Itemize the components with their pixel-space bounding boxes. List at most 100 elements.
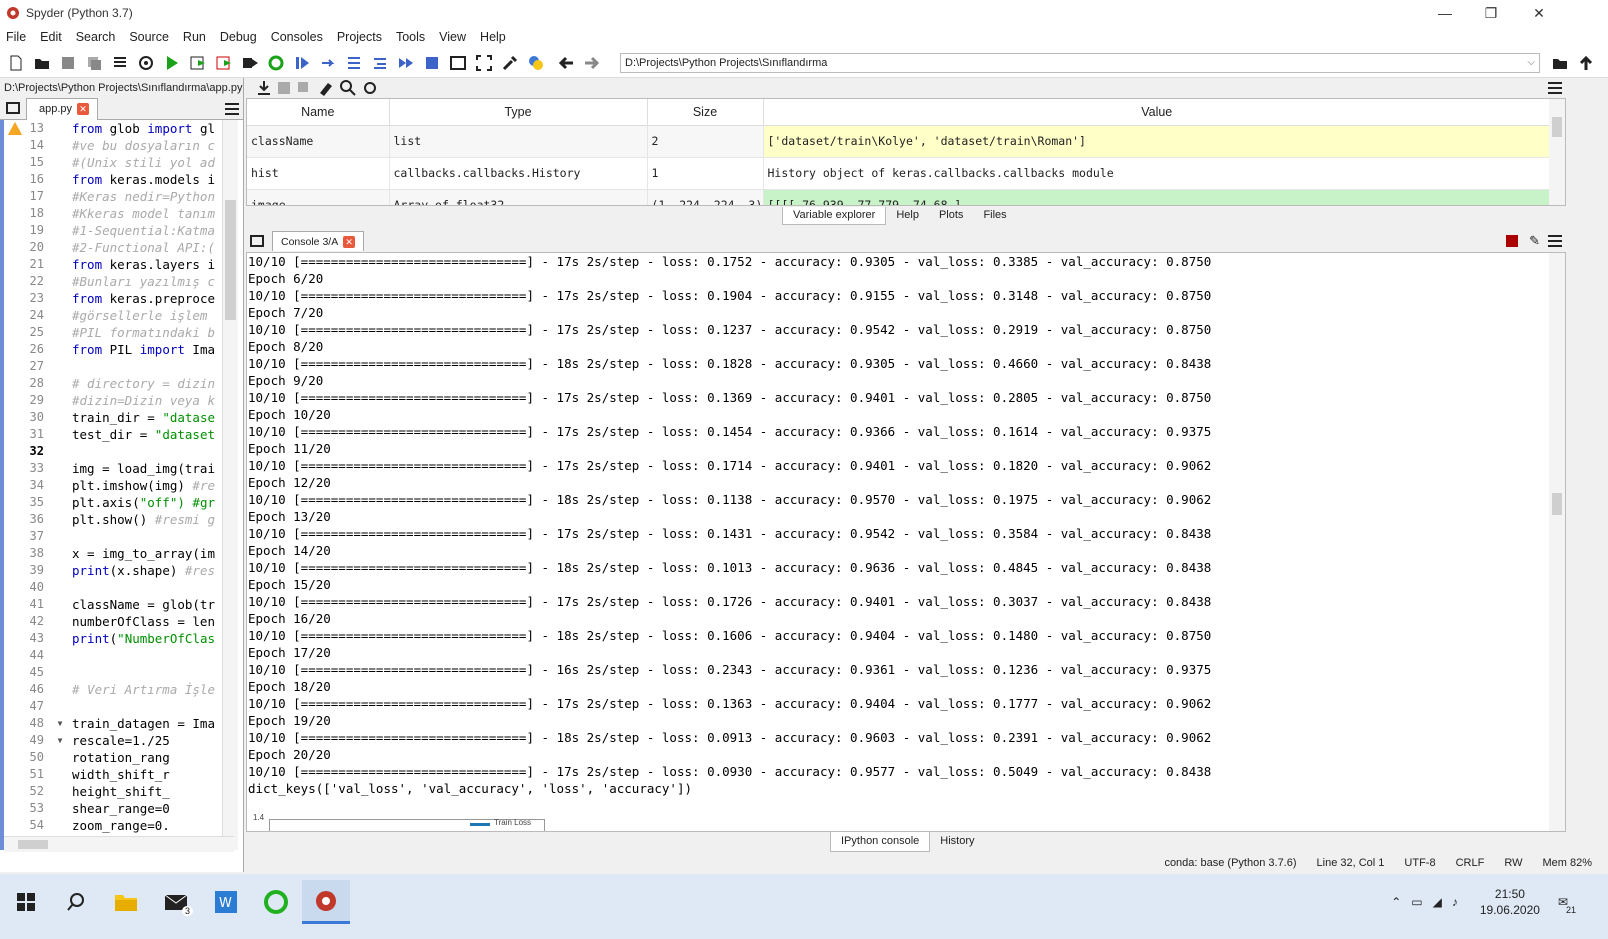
run-selection-icon[interactable] — [238, 51, 262, 75]
wifi-icon[interactable]: ◢ — [1433, 895, 1442, 909]
code-line[interactable]: 40 — [4, 579, 232, 596]
back-arrow-icon[interactable] — [554, 51, 578, 75]
fullscreen-icon[interactable] — [472, 51, 496, 75]
save-icon[interactable] — [56, 51, 80, 75]
save-as-icon[interactable] — [292, 76, 316, 100]
open-file-icon[interactable] — [30, 51, 54, 75]
working-directory-input[interactable]: D:\Projects\Python Projects\Sınıflandırm… — [620, 53, 1540, 73]
browser-icon[interactable] — [252, 880, 300, 924]
eraser-icon[interactable] — [314, 76, 338, 100]
code-line[interactable]: 21 from keras.layers i — [4, 122, 232, 273]
outline-icon[interactable] — [108, 51, 132, 75]
menu-source[interactable]: Source — [129, 30, 169, 44]
code-line[interactable]: 32 — [4, 443, 232, 460]
column-size[interactable]: Size — [647, 99, 764, 126]
run-cell-advance-icon[interactable] — [212, 51, 236, 75]
code-line[interactable]: 31 test_dir = "dataset — [4, 426, 232, 443]
code-line[interactable]: 18 #Kkeras model tanım — [4, 205, 232, 222]
step-into-icon[interactable] — [342, 51, 366, 75]
volume-icon[interactable]: ♪ — [1452, 895, 1458, 909]
code-line[interactable]: 14 #ve bu dosyaların c — [4, 137, 232, 154]
save-all-icon[interactable] — [82, 51, 106, 75]
code-line[interactable]: 37 — [4, 528, 232, 545]
editor-horizontal-scrollbar[interactable] — [4, 836, 234, 852]
close-button[interactable]: ✕ — [1516, 0, 1562, 26]
code-line[interactable]: 29 #dizin=Dizin veya k — [4, 392, 232, 409]
menu-run[interactable]: Run — [183, 30, 206, 44]
clock[interactable]: 21:50 19.06.2020 — [1480, 886, 1540, 918]
windows-start-icon[interactable] — [2, 880, 50, 924]
console-menu-icon[interactable] — [1548, 235, 1562, 247]
code-line[interactable]: 44 — [4, 647, 232, 664]
code-line[interactable]: 49 ▼ rescale=1./25 — [4, 732, 232, 749]
code-line[interactable]: 20 #2-Functional API:( — [4, 239, 232, 256]
battery-icon[interactable]: ▭ — [1411, 895, 1422, 909]
forward-arrow-icon[interactable] — [580, 51, 604, 75]
column-value[interactable]: Value — [763, 99, 1551, 126]
search-taskbar-icon[interactable] — [52, 880, 100, 924]
tab-history[interactable]: History — [930, 832, 984, 852]
code-line[interactable]: 34 plt.imshow(img) #re — [4, 477, 232, 494]
tab-files[interactable]: Files — [973, 207, 1016, 225]
code-line[interactable]: 30 train_dir = "datase — [4, 409, 232, 426]
variable-explorer-menu-icon[interactable] — [1548, 82, 1562, 94]
code-line[interactable]: 42 numberOfClass = len — [4, 613, 232, 630]
code-line[interactable]: 19 #1-Sequential:Katma — [4, 222, 232, 239]
code-line[interactable]: 47 — [4, 698, 232, 715]
browse-folder-icon[interactable] — [1548, 51, 1572, 75]
chevron-up-icon[interactable]: ⌃ — [1391, 895, 1401, 909]
code-line[interactable]: 25 #PIL formatındaki b — [4, 324, 232, 341]
code-line[interactable]: 41 className = glob(tr — [4, 596, 232, 613]
menu-edit[interactable]: Edit — [40, 30, 62, 44]
python-path-icon[interactable] — [524, 51, 548, 75]
close-console-icon[interactable]: ✕ — [343, 235, 356, 248]
stop-debug-icon[interactable] — [420, 51, 444, 75]
code-line[interactable]: 35 plt.axis("off") #gr — [4, 494, 232, 511]
fold-arrow-icon[interactable]: ▼ — [48, 715, 72, 732]
code-line[interactable]: 13 from glob import gl — [4, 120, 232, 137]
table-row[interactable]: className list 2 ['dataset/train\Kolye',… — [247, 125, 1551, 158]
menu-tools[interactable]: Tools — [396, 30, 425, 44]
code-editor[interactable]: 13 from glob import gl 14 #ve bu dosyaların… — [0, 120, 232, 850]
variable-explorer-scrollbar[interactable] — [1549, 99, 1565, 205]
menu-projects[interactable]: Projects — [337, 30, 382, 44]
code-line[interactable]: 39 print(x.shape) #res — [4, 562, 232, 579]
code-line[interactable]: 26 from PIL import Ima — [4, 122, 232, 358]
code-line[interactable]: 52 height_shift_ — [4, 783, 232, 800]
run-cell-icon[interactable] — [186, 51, 210, 75]
menu-view[interactable]: View — [439, 30, 466, 44]
stop-kernel-icon[interactable] — [1506, 235, 1518, 247]
browse-tabs-icon[interactable] — [6, 102, 20, 114]
code-line[interactable]: 15 #(Unix stili yol ad — [4, 154, 232, 171]
notification-icon[interactable]: ✉ 21 — [1558, 895, 1576, 915]
preferences-icon[interactable] — [498, 51, 522, 75]
close-tab-icon[interactable]: ✕ — [77, 103, 90, 115]
code-line[interactable]: 51 width_shift_r — [4, 766, 232, 783]
menu-search[interactable]: Search — [76, 30, 116, 44]
code-line[interactable]: 53 shear_range=0 — [4, 800, 232, 817]
menu-help[interactable]: Help — [480, 30, 506, 44]
mail-icon[interactable]: 3 — [152, 880, 200, 924]
menu-consoles[interactable]: Consoles — [271, 30, 323, 44]
code-line[interactable]: 45 — [4, 664, 232, 681]
chevron-down-icon[interactable]: ⌵ — [1527, 54, 1535, 72]
code-line[interactable]: 28 # directory = dizin — [4, 375, 232, 392]
ipython-console[interactable]: 10/10 [==============================] -… — [246, 252, 1566, 832]
tab-app-py[interactable]: app.py ✕ — [26, 97, 99, 120]
refresh-icon[interactable] — [358, 76, 382, 100]
code-line[interactable]: 33 img = load_img(trai — [4, 460, 232, 477]
tab-help[interactable]: Help — [886, 207, 929, 225]
table-row[interactable]: hist callbacks.callbacks.History 1 Histo… — [247, 157, 1551, 190]
code-line[interactable]: 50 rotation_rang — [4, 749, 232, 766]
code-line[interactable]: 24 #görsellerle işlem — [4, 307, 232, 324]
spyder-taskbar-icon[interactable] — [302, 880, 350, 924]
tab-plots[interactable]: Plots — [929, 207, 973, 225]
hamburger-menu-icon[interactable] — [225, 103, 239, 115]
step-icon[interactable] — [316, 51, 340, 75]
column-name[interactable]: Name — [247, 99, 390, 126]
tab-console-3a[interactable]: Console 3/A ✕ — [272, 231, 365, 251]
warning-icon[interactable] — [8, 122, 22, 135]
code-line[interactable]: 22 #Bunları yazılmış c — [4, 273, 232, 290]
run-icon[interactable] — [160, 51, 184, 75]
tab-ipython-console[interactable]: IPython console — [830, 832, 931, 852]
